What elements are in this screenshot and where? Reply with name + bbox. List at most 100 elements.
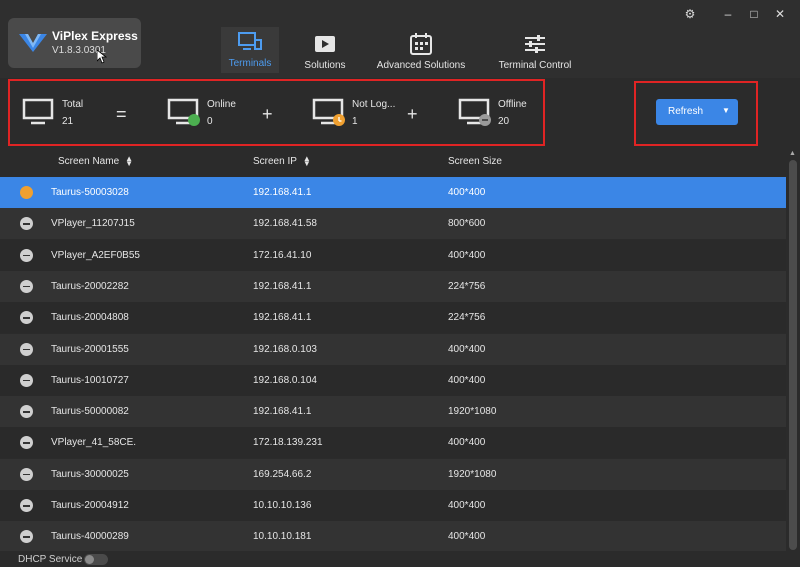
tab-advanced-solutions-label: Advanced Solutions [376, 60, 466, 71]
status-offline-icon [20, 311, 33, 325]
table-row[interactable]: Taurus-30000025 169.254.66.2 1920*1080 [0, 458, 786, 490]
screen-ip-cell: 10.10.10.181 [253, 531, 312, 543]
viplex-logo-icon [19, 34, 47, 52]
screen-name-cell: Taurus-20004808 [51, 312, 129, 324]
screen-size-cell: 400*400 [448, 374, 486, 386]
refresh-button[interactable]: Refresh ▼ [656, 99, 738, 125]
screen-size-cell: 400*400 [448, 343, 486, 355]
status-offline-icon [20, 373, 33, 387]
table-header: Screen Name ▲ ▼ Screen IP ▲ ▼ Screen Size [0, 148, 786, 176]
screen-ip-cell: 192.168.41.1 [253, 312, 312, 324]
screen-size-cell: 224*756 [448, 280, 486, 292]
screen-size-cell: 800*600 [448, 218, 486, 230]
table-row[interactable]: Taurus-50003028 192.168.41.1 400*400 [0, 177, 786, 208]
settings-gear-icon[interactable]: ⚙ [681, 6, 699, 22]
sliders-icon [525, 35, 545, 53]
table-row[interactable]: Taurus-20002282 192.168.41.1 224*756 [0, 270, 786, 302]
screen-name-cell: VPlayer_11207J15 [51, 218, 135, 230]
refresh-label: Refresh [668, 106, 704, 117]
terminals-icon [238, 32, 262, 50]
table-row[interactable]: Taurus-50000082 192.168.41.1 1920*1080 [0, 396, 786, 428]
screen-ip-cell: 192.168.0.103 [253, 343, 317, 355]
tab-terminal-control-label: Terminal Control [498, 60, 572, 71]
status-offline-icon [20, 405, 33, 419]
column-header-screen-name-label: Screen Name [58, 156, 120, 167]
table-row[interactable]: Taurus-20004808 192.168.41.1 224*756 [0, 302, 786, 334]
screen-size-cell: 1920*1080 [448, 468, 497, 480]
scrollbar-thumb[interactable] [789, 160, 797, 550]
screen-ip-cell: 10.10.10.136 [253, 500, 312, 511]
toggle-knob [85, 555, 94, 564]
column-header-screen-size[interactable]: Screen Size [448, 156, 502, 167]
status-offline-icon [20, 342, 33, 356]
app-name: ViPlex Express [52, 29, 138, 43]
maximize-button[interactable]: □ [745, 6, 763, 22]
status-offline-icon [20, 217, 33, 231]
column-header-screen-size-label: Screen Size [448, 156, 502, 167]
screen-name-cell: Taurus-50003028 [51, 187, 129, 198]
title-bar: ViPlex Express V1.8.3.0301 ⚙ – □ ✕ Termi… [0, 0, 800, 78]
dhcp-service-toggle[interactable] [84, 554, 108, 565]
sort-icon[interactable]: ▲ ▼ [125, 155, 133, 168]
table-row[interactable]: Taurus-20004912 10.10.10.136 400*400 [0, 490, 786, 521]
minimize-button[interactable]: – [719, 6, 737, 22]
tab-solutions-label: Solutions [304, 60, 346, 71]
vertical-scrollbar[interactable]: ▲ [786, 148, 800, 552]
table-row[interactable]: Taurus-10010727 192.168.0.104 400*400 [0, 364, 786, 396]
screen-name-cell: Taurus-40000289 [51, 531, 129, 543]
screen-name-cell: VPlayer_41_58CE. [51, 437, 137, 449]
column-header-screen-name[interactable]: Screen Name ▲ ▼ [58, 155, 133, 168]
sort-icon[interactable]: ▲ ▼ [303, 155, 311, 168]
highlight-box-1 [8, 79, 545, 146]
table-row[interactable]: VPlayer_41_58CE. 172.18.139.231 400*400 [0, 427, 786, 459]
screen-size-cell: 400*400 [448, 437, 486, 449]
scroll-up-arrow-icon[interactable]: ▲ [789, 150, 796, 157]
tab-terminals[interactable]: Terminals [221, 27, 279, 73]
tab-terminal-control[interactable]: Terminal Control [494, 32, 576, 71]
screen-size-cell: 1920*1080 [448, 406, 497, 418]
screen-ip-cell: 172.18.139.231 [253, 437, 323, 449]
mouse-cursor-icon [97, 50, 107, 64]
screen-ip-cell: 169.254.66.2 [253, 468, 312, 480]
screen-name-cell: VPlayer_A2EF0B55 [51, 249, 140, 261]
status-not-logged-icon [20, 186, 33, 199]
tab-solutions[interactable]: Solutions [299, 32, 351, 71]
status-offline-icon [20, 467, 33, 481]
tab-advanced-solutions[interactable]: Advanced Solutions [374, 32, 468, 71]
screen-name-cell: Taurus-10010727 [51, 374, 129, 386]
status-offline-icon [20, 279, 33, 293]
screen-ip-cell: 192.168.41.58 [253, 218, 317, 230]
screen-name-cell: Taurus-50000082 [51, 406, 129, 418]
column-header-screen-ip-label: Screen IP [253, 156, 297, 167]
table-row[interactable]: VPlayer_A2EF0B55 172.16.41.10 400*400 [0, 239, 786, 271]
screen-size-cell: 400*400 [448, 187, 486, 198]
column-header-screen-ip[interactable]: Screen IP ▲ ▼ [253, 155, 311, 168]
dhcp-service-label: DHCP Service [18, 554, 83, 565]
screen-ip-cell: 192.168.41.1 [253, 280, 312, 292]
table-row[interactable]: Taurus-20001555 192.168.0.103 400*400 [0, 333, 786, 365]
screen-name-cell: Taurus-20001555 [51, 343, 129, 355]
table-row[interactable]: VPlayer_11207J15 192.168.41.58 800*600 [0, 208, 786, 240]
solutions-icon [315, 36, 335, 52]
calendar-icon [410, 33, 432, 55]
screen-size-cell: 400*400 [448, 249, 486, 261]
screen-ip-cell: 192.168.0.104 [253, 374, 317, 386]
terminal-table-body: Taurus-50003028 192.168.41.1 400*400 VPlaye… [0, 177, 786, 551]
status-offline-icon [20, 248, 33, 262]
screen-ip-cell: 192.168.41.1 [253, 187, 312, 198]
close-button[interactable]: ✕ [771, 6, 789, 22]
screen-name-cell: Taurus-30000025 [51, 468, 129, 480]
screen-name-cell: Taurus-20004912 [51, 500, 129, 511]
app-brand[interactable]: ViPlex Express V1.8.3.0301 [8, 18, 141, 68]
screen-size-cell: 400*400 [448, 500, 486, 511]
table-row[interactable]: Taurus-40000289 10.10.10.181 400*400 [0, 521, 786, 551]
screen-size-cell: 224*756 [448, 312, 486, 324]
screen-size-cell: 400*400 [448, 531, 486, 543]
status-offline-icon [20, 499, 33, 512]
status-offline-icon [20, 530, 33, 544]
dropdown-arrow-icon[interactable]: ▼ [722, 106, 730, 115]
status-offline-icon [20, 436, 33, 450]
footer-bar: DHCP Service [0, 551, 800, 567]
screen-name-cell: Taurus-20002282 [51, 280, 129, 292]
screen-ip-cell: 192.168.41.1 [253, 406, 312, 418]
